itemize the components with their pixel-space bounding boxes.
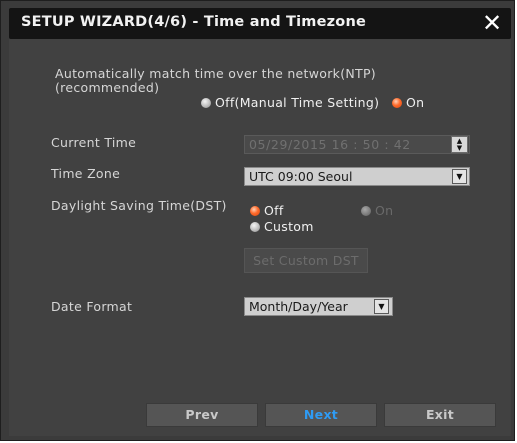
dst-off-label: Off	[264, 203, 284, 218]
next-button[interactable]: Next	[265, 403, 377, 427]
date-format-label: Date Format	[51, 299, 133, 314]
date-format-select[interactable]: Month/Day/Year	[244, 297, 393, 316]
ntp-on-radio[interactable]: On	[392, 95, 424, 110]
dst-on-radio: On	[361, 203, 393, 218]
chevron-down-icon[interactable]: ▼	[374, 299, 389, 314]
spin-down-icon: ▼	[456, 144, 463, 152]
radio-unselected-icon	[250, 221, 260, 232]
ntp-off-radio[interactable]: Off(Manual Time Setting)	[201, 95, 379, 110]
time-zone-select[interactable]: UTC 09:00 Seoul	[244, 167, 470, 186]
ntp-off-label: Off(Manual Time Setting)	[215, 95, 380, 110]
dialog-title: SETUP WIZARD(4/6) - Time and Timezone	[21, 14, 367, 30]
current-time-field: 05/29/2015 16 : 50 : 42	[244, 135, 470, 154]
radio-unselected-icon	[201, 97, 211, 108]
setup-wizard-dialog: SETUP WIZARD(4/6) - Time and Timezone ✕ …	[0, 0, 515, 441]
close-icon[interactable]: ✕	[479, 9, 505, 37]
current-time-label: Current Time	[51, 135, 137, 150]
ntp-on-label: On	[406, 95, 425, 110]
set-custom-dst-button: Set Custom DST	[244, 248, 368, 273]
prev-button[interactable]: Prev	[146, 403, 258, 427]
chevron-down-icon[interactable]: ▼	[452, 169, 467, 184]
radio-selected-icon	[250, 205, 260, 216]
dst-off-radio[interactable]: Off	[250, 203, 284, 218]
radio-disabled-icon	[361, 205, 371, 216]
title-bar: SETUP WIZARD(4/6) - Time and Timezone ✕	[9, 8, 511, 39]
time-spinner[interactable]: ▲ ▼	[451, 136, 468, 153]
dst-custom-label: Custom	[264, 219, 314, 234]
exit-button[interactable]: Exit	[384, 403, 496, 427]
ntp-label: Automatically match time over the networ…	[55, 66, 376, 95]
dst-custom-radio[interactable]: Custom	[250, 219, 314, 234]
dst-on-label: On	[375, 203, 394, 218]
radio-selected-icon	[392, 97, 402, 108]
time-zone-label: Time Zone	[51, 166, 121, 181]
dst-label: Daylight Saving Time(DST)	[51, 198, 227, 213]
